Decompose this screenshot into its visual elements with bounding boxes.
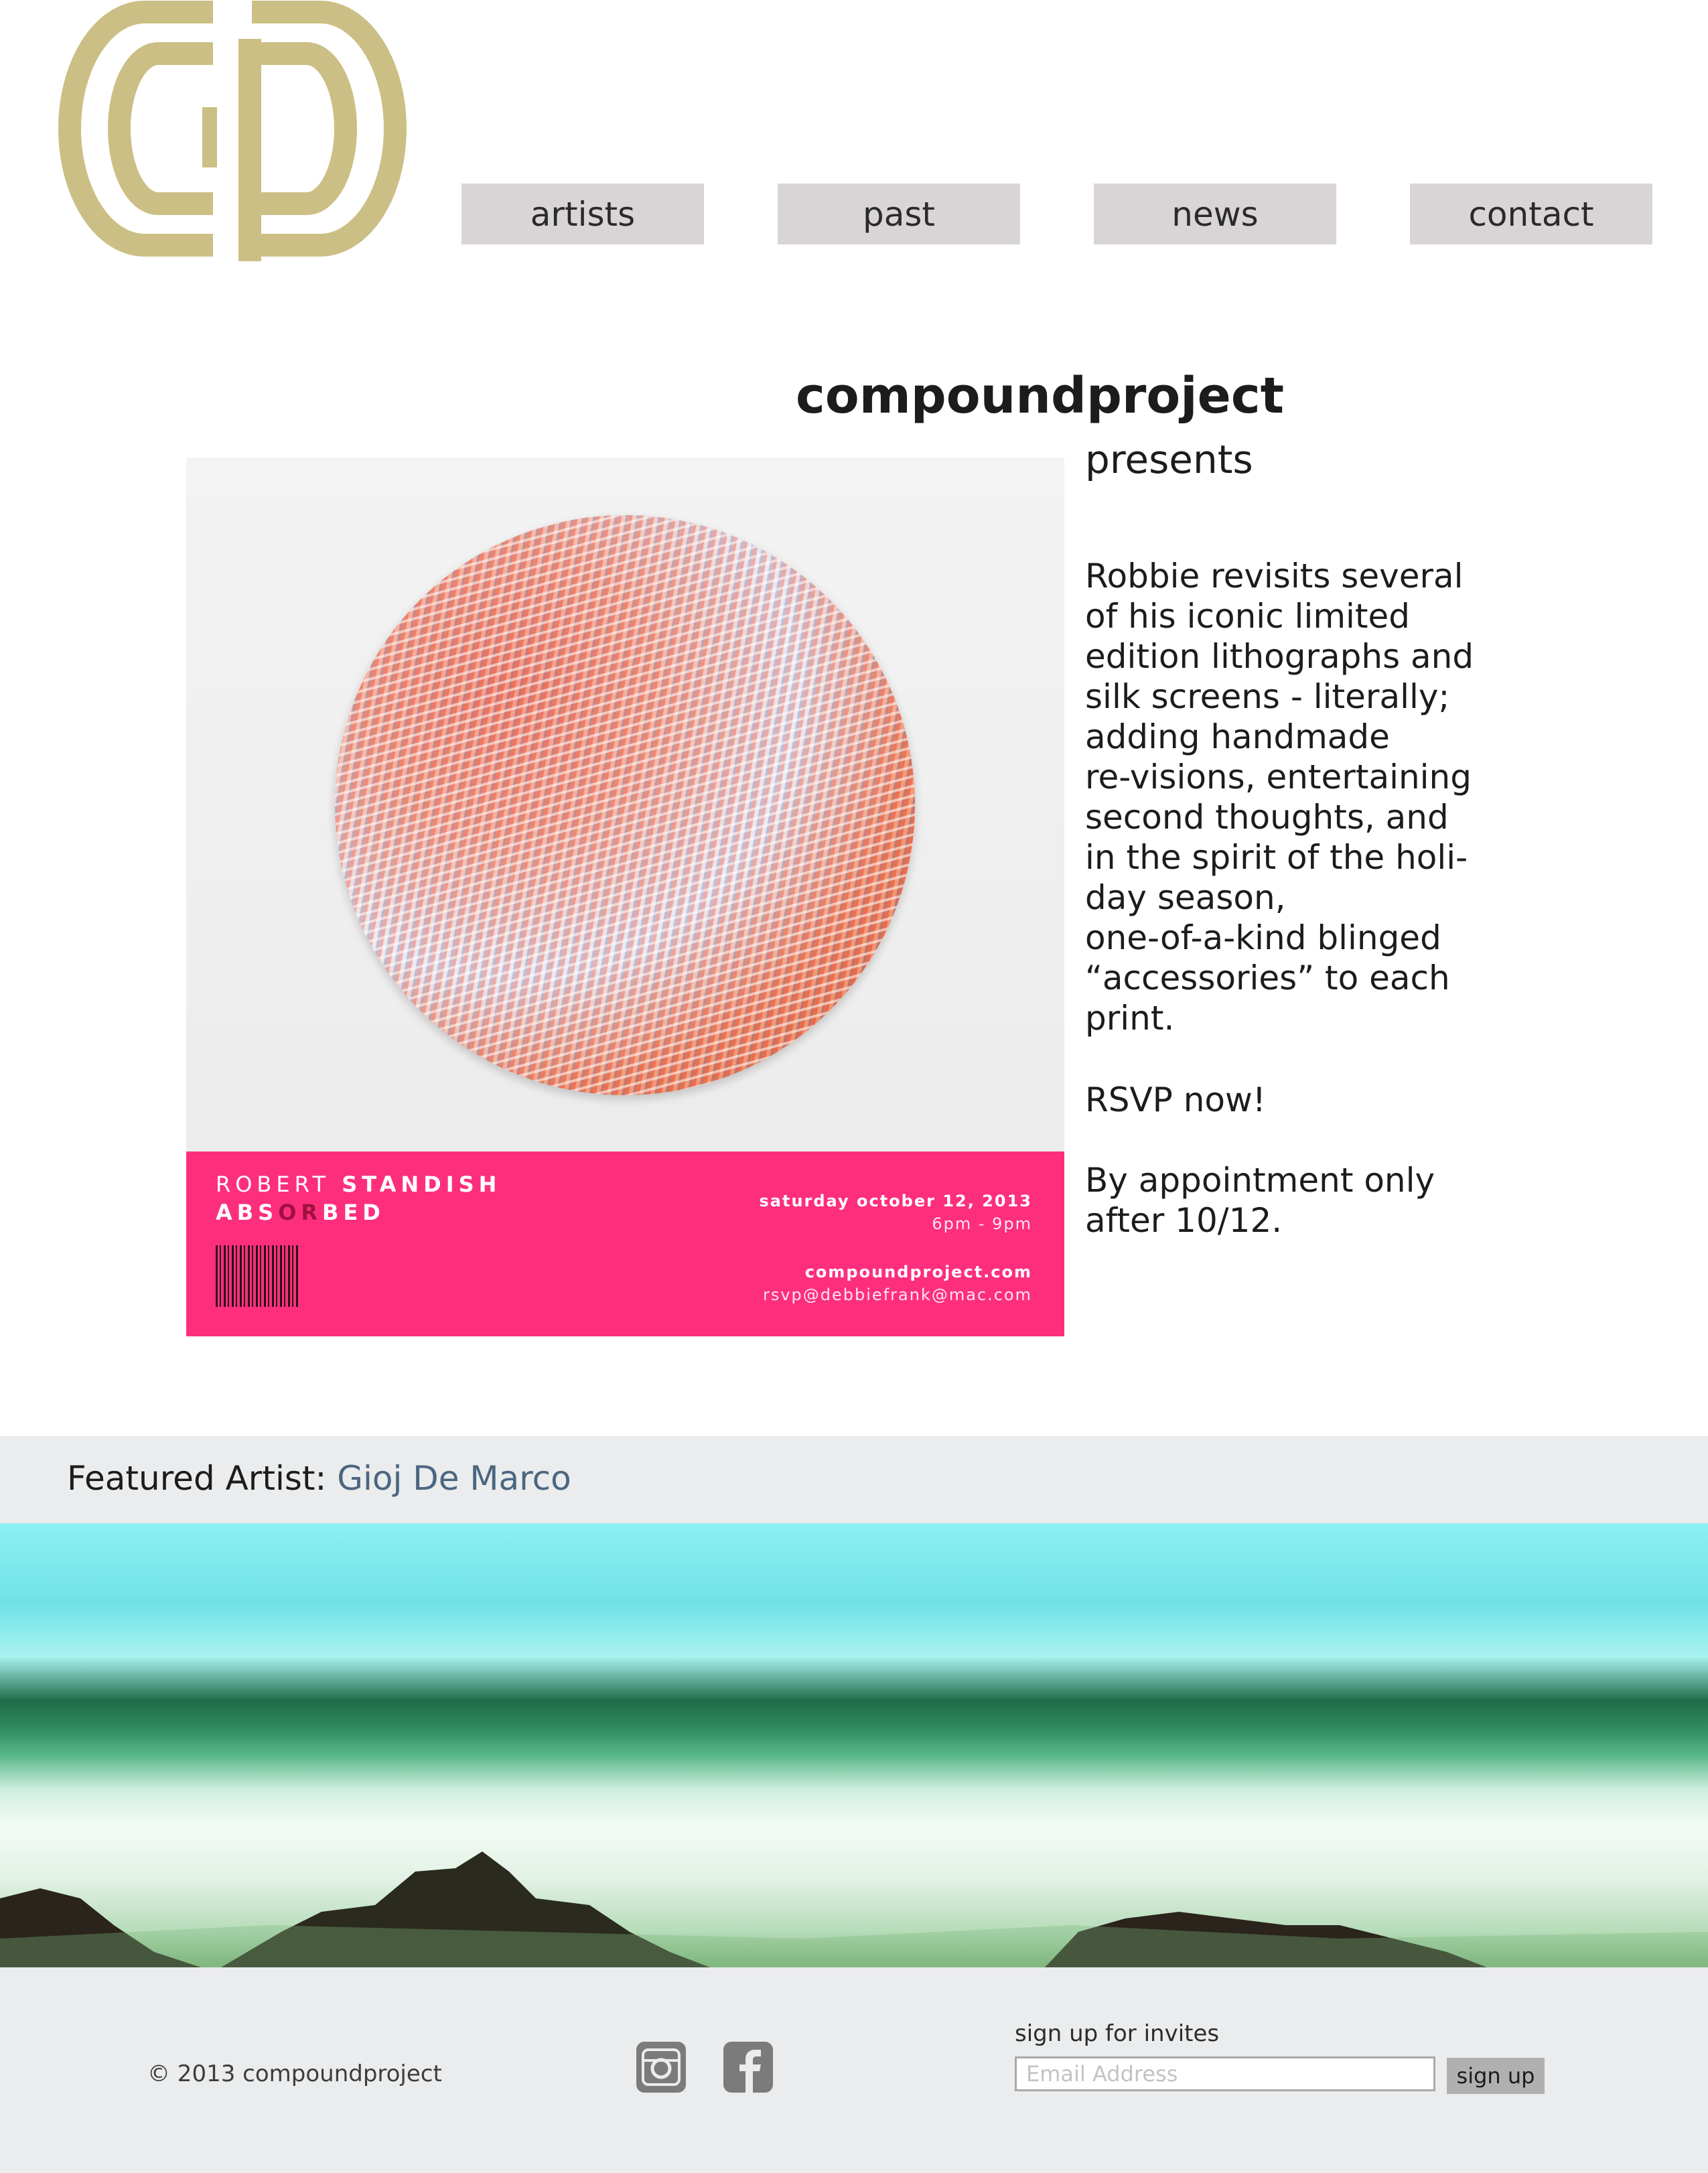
page-title: compoundproject <box>796 367 1285 425</box>
page-subtitle: presents <box>1085 437 1253 482</box>
featured-artist-link[interactable]: Gioj De Marco <box>337 1459 571 1498</box>
artwork-disc <box>335 515 915 1095</box>
artwork-background <box>186 458 1064 1151</box>
instagram-icon[interactable] <box>636 2042 686 2093</box>
invite-date: saturday october 12, 2013 <box>759 1192 1032 1210</box>
description-line: “accessories” to each <box>1085 959 1450 997</box>
description-line: print. <box>1085 999 1175 1038</box>
description-line: in the spirit of the holi- <box>1085 838 1468 877</box>
appointment-line: after 10/12. <box>1085 1201 1283 1240</box>
description-line: of his iconic limited <box>1085 597 1411 636</box>
description-line: Robbie revisits several <box>1085 557 1464 595</box>
invite-rsvp-email: rsvp@debbiefrank@mac.com <box>762 1285 1032 1304</box>
nav-past[interactable]: past <box>778 184 1020 244</box>
copyright-text: © 2013 compoundproject <box>147 2060 442 2087</box>
invite-site: compoundproject.com <box>804 1263 1032 1281</box>
nav-news[interactable]: news <box>1094 184 1336 244</box>
featured-artist-image[interactable] <box>0 1523 1708 1967</box>
compoundproject-logo[interactable] <box>58 0 407 261</box>
rsvp-text: RSVP now! <box>1085 1080 1266 1119</box>
description-line: one-of-a-kind blinged <box>1085 918 1441 957</box>
description-line: re-visions, entertaining <box>1085 758 1472 796</box>
description-line: edition lithographs and <box>1085 637 1474 676</box>
invite-band: ROBERT STANDISH ABSORBED saturday octobe… <box>186 1151 1064 1336</box>
nav-artists[interactable]: artists <box>461 184 704 244</box>
description-line: second thoughts, and <box>1085 798 1449 837</box>
exhibition-invite-image: ROBERT STANDISH ABSORBED saturday octobe… <box>186 458 1064 1336</box>
description-line: silk screens - literally; <box>1085 677 1450 716</box>
barcode-graphic <box>216 1245 299 1307</box>
signup-button[interactable]: sign up <box>1447 2058 1545 2094</box>
nav-contact[interactable]: contact <box>1410 184 1652 244</box>
invite-time: 6pm - 9pm <box>932 1214 1032 1233</box>
invite-artist-name: ROBERT STANDISH <box>216 1172 502 1197</box>
description-line: adding handmade <box>1085 717 1390 756</box>
appointment-line: By appointment only <box>1085 1161 1435 1200</box>
appointment-text: By appointment only after 10/12. <box>1085 1160 1541 1241</box>
invite-show-title: ABSORBED <box>216 1200 385 1225</box>
email-field[interactable] <box>1015 2056 1435 2091</box>
signup-label: sign up for invites <box>1015 2020 1220 2047</box>
featured-artist-heading: Featured Artist: Gioj De Marco <box>67 1459 571 1498</box>
description-line: day season, <box>1085 878 1286 917</box>
facebook-icon[interactable] <box>723 2042 773 2093</box>
exhibition-description: Robbie revisits several of his iconic li… <box>1085 556 1541 1038</box>
rocks-silhouette <box>0 1851 1708 1967</box>
